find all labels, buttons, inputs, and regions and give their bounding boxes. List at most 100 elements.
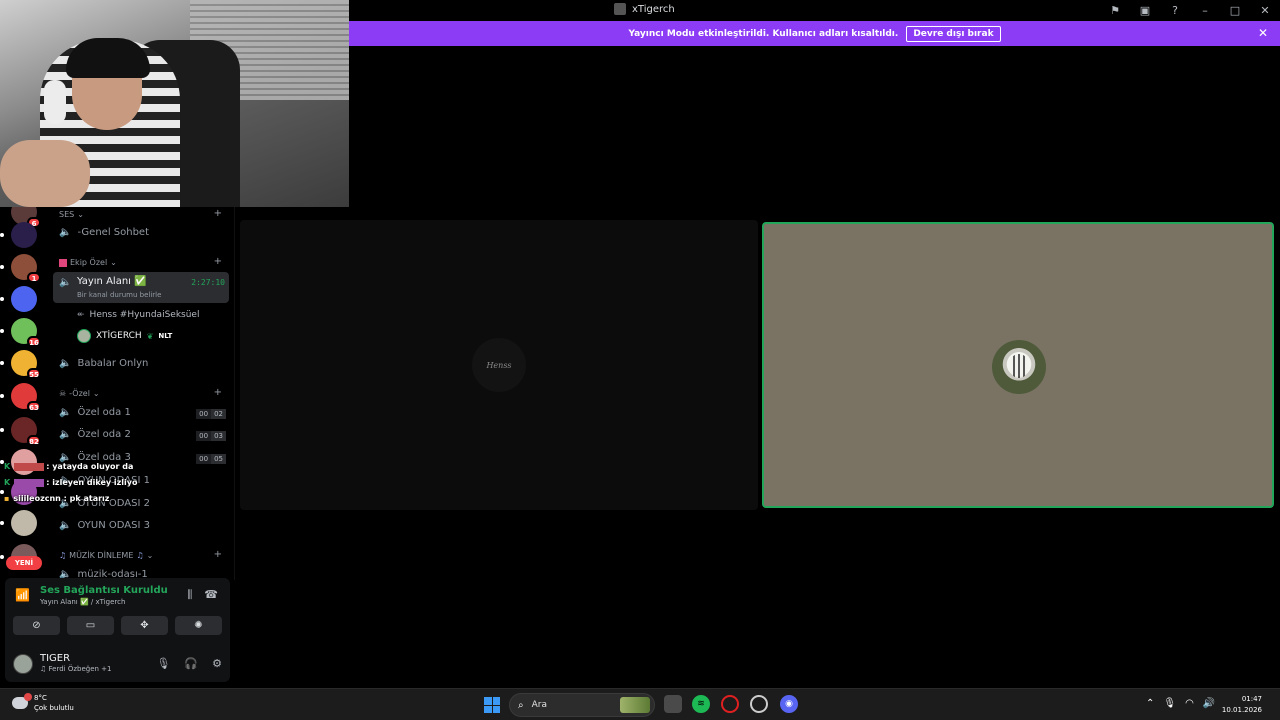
category-ses[interactable]: SES ⌄ bbox=[59, 210, 84, 219]
flag-icon[interactable]: ⚑ bbox=[1100, 0, 1130, 21]
participant-tile-henss[interactable]: Henss bbox=[240, 220, 758, 510]
streamer-mode-banner: Yayıncı Modu etkinleştirildi. Kullanıcı … bbox=[349, 21, 1280, 46]
mention-badge: 63 bbox=[27, 401, 41, 412]
mic-tray-icon[interactable]: 🎙 bbox=[1163, 698, 1176, 709]
unread-dot bbox=[0, 428, 4, 432]
channel-ozel-oda-2[interactable]: 🔈 Özel oda 2 bbox=[59, 429, 131, 440]
channel-status[interactable]: Bir kanal durumu belirle bbox=[77, 291, 161, 299]
noise-suppression-icon[interactable]: ⫼ bbox=[187, 588, 192, 602]
taskbar-search[interactable]: ⌕ Ara bbox=[509, 693, 655, 717]
unread-dot bbox=[0, 521, 4, 525]
server-icon[interactable] bbox=[11, 222, 37, 248]
unread-dot bbox=[0, 233, 4, 237]
disconnect-icon[interactable]: ☎ bbox=[204, 588, 218, 602]
participant-avatar: Henss bbox=[472, 338, 526, 392]
discord-window: xTigerch ⚑ ▣ ? – □ ✕ Yayıncı Modu etkinl… bbox=[0, 0, 1280, 720]
voice-channel-path[interactable]: Yayın Alanı ✅ / xTigerch bbox=[40, 598, 125, 606]
server-rail: 6 1 16 55 63 82 bbox=[0, 199, 49, 580]
banner-close-icon[interactable]: ✕ bbox=[1258, 26, 1268, 40]
microphone-icon[interactable]: 🎙 bbox=[156, 657, 170, 670]
channel-ozel-oda-1[interactable]: 🔈 Özel oda 1 bbox=[59, 407, 131, 418]
streamer-hair bbox=[66, 38, 150, 78]
category-muzik-dinleme[interactable]: ♫ MÜZİK DİNLEME ♫ ⌄ bbox=[59, 551, 153, 560]
user-avatar[interactable] bbox=[13, 654, 33, 674]
close-button[interactable]: ✕ bbox=[1250, 0, 1280, 21]
volume-icon[interactable]: 🔊 bbox=[1203, 698, 1215, 709]
system-tray: ⌃ 🎙 ◠ 🔊 bbox=[1146, 698, 1215, 709]
chat-message: ▪ siiileozcnn : pk atarız bbox=[4, 494, 110, 503]
channel-babalar-onlyn[interactable]: 🔈 Babalar Onlyn bbox=[59, 358, 148, 369]
weather-desc: Çok bulutlu bbox=[34, 704, 74, 712]
add-channel-icon[interactable]: + bbox=[214, 208, 222, 219]
file-explorer-icon[interactable] bbox=[664, 695, 682, 713]
user-panel[interactable]: TIGER ♫ Ferdi Özbeğen +1 🎙 🎧 ⚙ bbox=[11, 652, 226, 676]
participant-tile-xtigerch[interactable] bbox=[762, 222, 1274, 508]
add-channel-icon[interactable]: + bbox=[214, 549, 222, 560]
search-icon: ⌕ bbox=[518, 699, 524, 711]
discord-icon[interactable]: ◉ bbox=[780, 695, 798, 713]
spotify-icon[interactable]: ≋ bbox=[692, 695, 710, 713]
add-channel-icon[interactable]: + bbox=[214, 387, 222, 398]
channel-oyun-odasi-3[interactable]: 🔈 OYUN ODASI 3 bbox=[59, 520, 150, 531]
soundboard-button[interactable]: ✺ bbox=[175, 616, 222, 635]
clock-time: 01:47 bbox=[1241, 695, 1262, 703]
channel-list: SES ⌄ + 🔈 -Genel Sohbet Ekip Özel ⌄ + 🔈 Yay… bbox=[49, 207, 235, 580]
activities-button[interactable]: ✥ bbox=[121, 616, 168, 635]
headphones-icon[interactable]: 🎧 bbox=[184, 657, 198, 670]
user-name: TIGER bbox=[40, 653, 71, 664]
voice-status[interactable]: Ses Bağlantısı Kuruldu bbox=[40, 585, 168, 596]
unread-dot bbox=[0, 394, 4, 398]
server-icon bbox=[614, 3, 626, 15]
server-icon[interactable] bbox=[11, 286, 37, 312]
weather-widget[interactable]: 8°C Çok bulutlu bbox=[12, 693, 74, 713]
mention-badge: 82 bbox=[27, 435, 41, 446]
member-avatar bbox=[77, 329, 91, 343]
mention-badge: 1 bbox=[27, 272, 41, 283]
clock[interactable]: 01:47 10.01.2026 bbox=[1222, 694, 1262, 716]
help-icon[interactable]: ? bbox=[1160, 0, 1190, 21]
unread-dot bbox=[0, 555, 4, 559]
chevron-up-icon[interactable]: ⌃ bbox=[1146, 698, 1154, 709]
windows-start-icon[interactable] bbox=[484, 697, 500, 713]
mention-badge: 55 bbox=[27, 368, 41, 379]
server-icon[interactable]: 63 bbox=[11, 383, 41, 412]
window-title-text: xTigerch bbox=[632, 3, 675, 15]
banner-message: Yayıncı Modu etkinleştirildi. Kullanıcı … bbox=[628, 28, 899, 39]
voice-member-xtigerch[interactable]: XTİGERCH ❦ NLT bbox=[77, 329, 172, 343]
app-icon[interactable] bbox=[750, 695, 768, 713]
search-label: Ara bbox=[531, 700, 547, 710]
category-ozel[interactable]: ☠ -Özel ⌄ bbox=[59, 389, 100, 398]
channel-genel-sohbet[interactable]: 🔈 -Genel Sohbet bbox=[59, 227, 149, 238]
server-icon[interactable] bbox=[11, 510, 37, 536]
voice-member-henss[interactable]: ↞ Henss #HyundaiSeksüel bbox=[77, 310, 199, 320]
settings-gear-icon[interactable]: ⚙ bbox=[212, 657, 222, 670]
category-ekip-ozel[interactable]: Ekip Özel ⌄ bbox=[59, 258, 117, 267]
server-icon[interactable]: 55 bbox=[11, 350, 41, 379]
windows-taskbar: 8°C Çok bulutlu ⌕ Ara ≋ ◉ ⌃ 🎙 ◠ 🔊 01:47 1… bbox=[0, 688, 1280, 720]
server-icon[interactable]: 1 bbox=[11, 254, 41, 283]
disable-streamer-mode-button[interactable]: Devre dışı bırak bbox=[906, 25, 1001, 42]
speaker-icon: 🔈 bbox=[59, 429, 72, 440]
maximize-button[interactable]: □ bbox=[1220, 0, 1250, 21]
add-channel-icon[interactable]: + bbox=[214, 256, 222, 267]
unread-dot bbox=[0, 361, 4, 365]
minimize-button[interactable]: – bbox=[1190, 0, 1220, 21]
screen-share-button[interactable]: ▭ bbox=[67, 616, 114, 635]
server-icon[interactable]: 16 bbox=[11, 318, 41, 347]
server-icon[interactable]: 82 bbox=[11, 417, 41, 446]
tiger-avatar bbox=[992, 340, 1046, 394]
opera-icon[interactable] bbox=[721, 695, 739, 713]
new-badge[interactable]: YENİ bbox=[6, 556, 42, 570]
channel-yayin-alani[interactable]: 🔈 Yayın Alanı ✅ Bir kanal durumu belirle… bbox=[53, 272, 229, 303]
wifi-icon[interactable]: ◠ bbox=[1185, 698, 1194, 709]
clock-date: 10.01.2026 bbox=[1221, 706, 1262, 714]
voice-connection-panel: 📶 Ses Bağlantısı Kuruldu Yayın Alanı ✅ /… bbox=[5, 578, 230, 682]
signal-icon[interactable]: 📶 bbox=[15, 588, 30, 602]
chat-message: K: izleyen dikey izliyo bbox=[4, 478, 138, 487]
inbox-icon[interactable]: ▣ bbox=[1130, 0, 1160, 21]
camera-off-button[interactable]: ⊘ bbox=[13, 616, 60, 635]
channel-timer: 2:27:10 bbox=[191, 278, 225, 287]
cloud-icon bbox=[12, 693, 32, 709]
skull-icon: ☠ bbox=[59, 389, 67, 398]
user-limit-badge: 00 05 bbox=[196, 454, 226, 464]
